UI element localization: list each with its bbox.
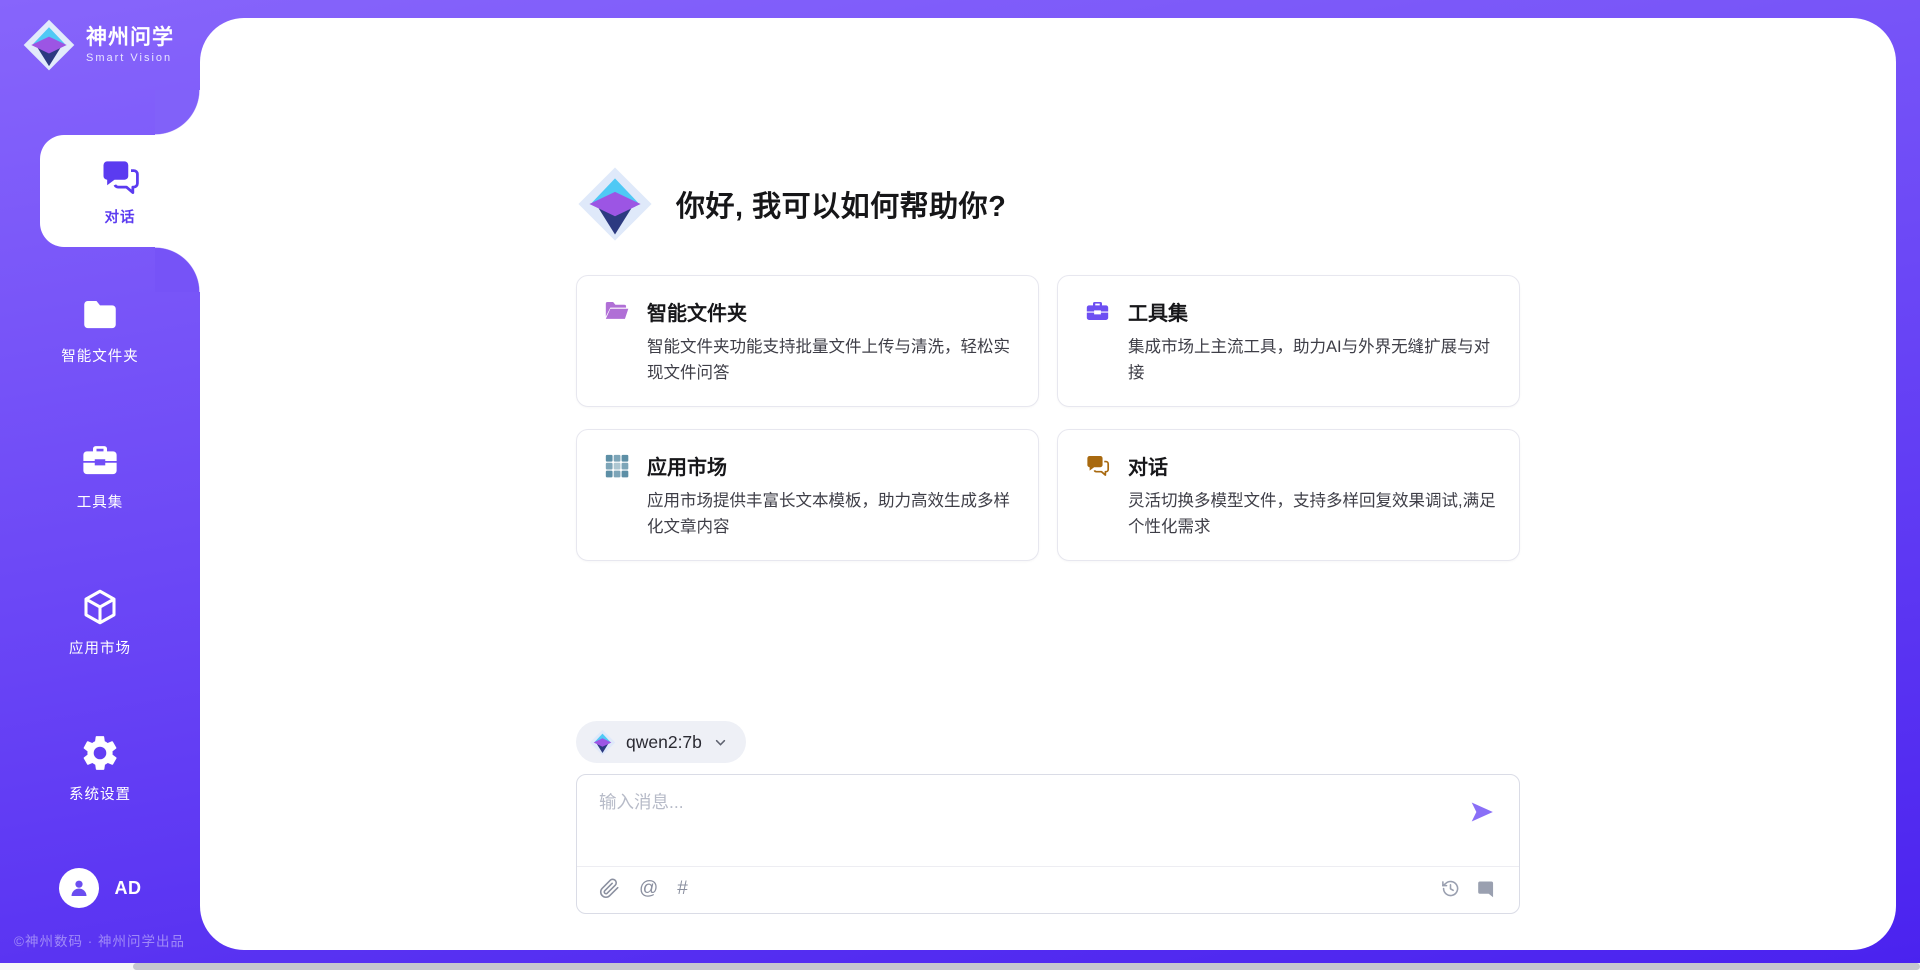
sidebar-item-label: 工具集 [77,491,124,512]
sidebar-item-label: 应用市场 [69,637,131,658]
avatar [59,868,99,908]
card-title: 工具集 [1128,297,1188,326]
card-title: 应用市场 [647,451,727,480]
folder-icon [79,294,121,336]
composer-divider [577,866,1519,867]
toolbox-icon [1084,298,1111,325]
message-input[interactable] [599,789,1449,857]
sidebar-item-app-market[interactable]: 应用市场 [0,566,200,678]
greeting-title: 你好, 我可以如何帮助你? [676,183,1006,225]
card-title: 对话 [1128,451,1168,480]
sidebar-item-smart-folder[interactable]: 智能文件夹 [0,274,200,386]
app-root: { "brand": {"name": "神州问学", "subtitle": … [0,0,1920,970]
sidebar-item-toolset[interactable]: 工具集 [0,420,200,532]
send-button[interactable] [1469,799,1495,825]
hashtag-icon[interactable]: # [677,879,688,898]
card-app-market[interactable]: 应用市场 应用市场提供丰富长文本模板，助力高效生成多样化文章内容 [576,429,1039,561]
send-icon [1469,799,1495,825]
chat-icon [98,155,142,199]
greeting: 你好, 我可以如何帮助你? [576,165,1520,243]
brand-name: 神州问学 [86,26,174,50]
user-initials: AD [115,878,142,899]
card-description: 集成市场上主流工具，助力AI与外界无缝扩展与对接 [1128,335,1497,386]
folder-open-icon [603,298,630,325]
chevron-down-icon [712,734,729,751]
gear-icon [79,732,121,774]
sidebar-item-label: 智能文件夹 [61,345,139,366]
history-icon[interactable] [1440,878,1461,899]
card-description: 应用市场提供丰富长文本模板，助力高效生成多样化文章内容 [647,489,1016,540]
card-chat[interactable]: 对话 灵活切换多模型文件，支持多样回复效果调试,满足个性化需求 [1057,429,1520,561]
horizontal-scrollbar-thumb[interactable] [133,963,1920,970]
person-icon [67,876,91,900]
sidebar-item-label: 对话 [105,206,136,227]
horizontal-scrollbar-track [0,963,1920,970]
brand: 神州问学 Smart Vision [22,18,174,72]
card-title: 智能文件夹 [647,297,747,326]
brand-subtitle: Smart Vision [86,52,174,64]
active-tab-top-curve [155,90,200,135]
copyright-text: ©神州数码 · 神州问学出品 [14,930,185,950]
brand-diamond-logo-icon [22,18,76,72]
model-name: qwen2:7b [626,732,702,753]
grid-icon [603,452,630,479]
cube-icon [79,586,121,628]
message-composer: @ # [576,774,1520,914]
mention-icon[interactable]: @ [639,879,658,898]
card-description: 灵活切换多模型文件，支持多样回复效果调试,满足个性化需求 [1128,489,1497,540]
card-description: 智能文件夹功能支持批量文件上传与清洗，轻松实现文件问答 [647,335,1016,386]
sidebar-item-chat[interactable]: 对话 [40,135,200,247]
toolbox-icon [79,440,121,482]
greeting-diamond-logo-icon [576,165,654,243]
user-account[interactable]: AD [0,868,200,908]
main-content: 你好, 我可以如何帮助你? 智能文件夹 智能文件夹功能支持批量文件上传与清洗，轻… [200,18,1896,950]
sidebar-item-settings[interactable]: 系统设置 [0,712,200,824]
sidebar-item-label: 系统设置 [69,783,131,804]
chat-icon [1084,452,1111,479]
card-toolset[interactable]: 工具集 集成市场上主流工具，助力AI与外界无缝扩展与对接 [1057,275,1520,407]
feature-cards: 智能文件夹 智能文件夹功能支持批量文件上传与清洗，轻松实现文件问答 工具集 集成… [576,275,1520,561]
model-diamond-logo-icon [589,729,616,756]
card-smart-folder[interactable]: 智能文件夹 智能文件夹功能支持批量文件上传与清洗，轻松实现文件问答 [576,275,1039,407]
sidebar: 神州问学 Smart Vision 对话 智能文件夹 工具集 应用市场 [0,0,200,970]
composer-toolbar: @ # [599,878,1497,899]
conversations-icon[interactable] [1476,878,1497,899]
model-selector[interactable]: qwen2:7b [576,721,746,763]
attachment-icon[interactable] [599,878,620,899]
